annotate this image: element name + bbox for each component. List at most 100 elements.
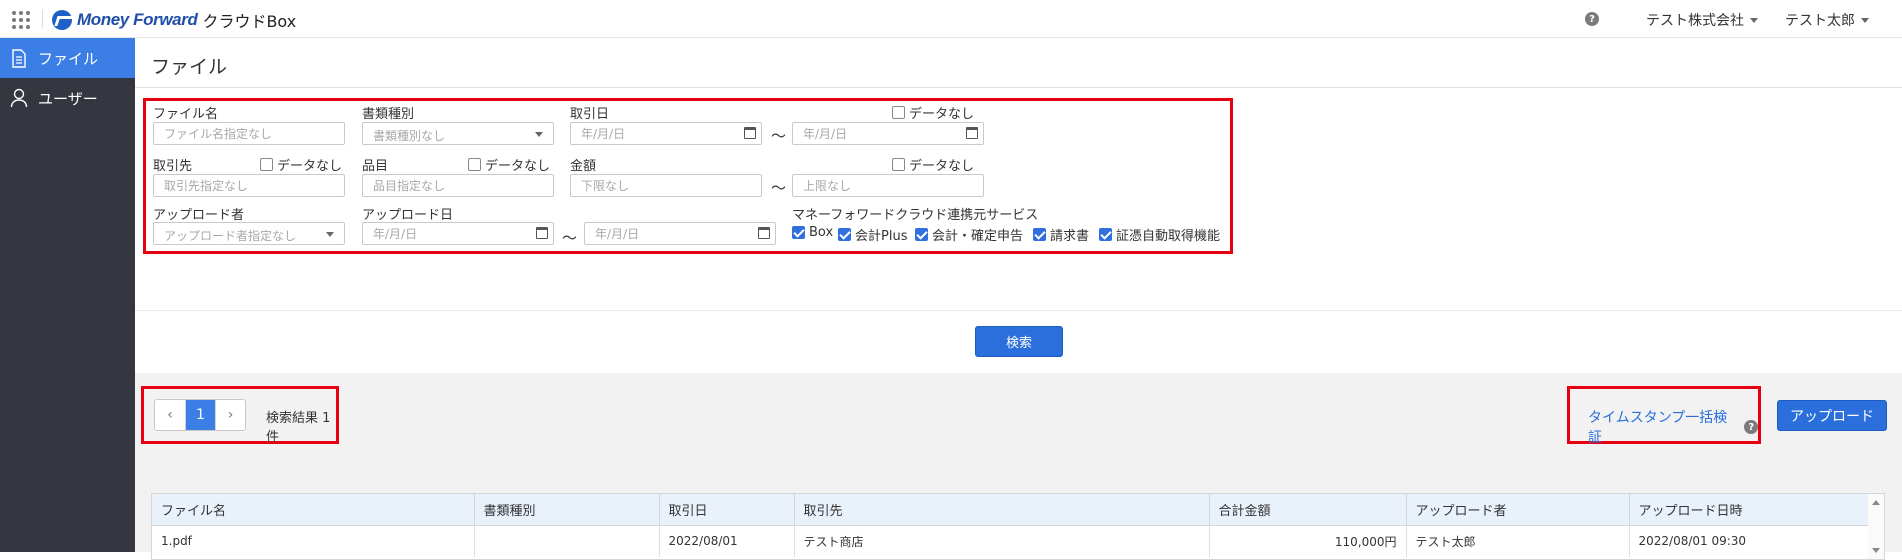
upload-date-label: アップロード日	[362, 208, 454, 223]
doc-type-select[interactable]: 書類種別なし	[362, 122, 554, 145]
checkbox-label: データなし	[909, 159, 975, 174]
document-icon	[10, 48, 28, 68]
prev-page-button[interactable]: ‹	[155, 400, 185, 430]
checkbox-label: 請求書	[1050, 229, 1090, 244]
user-name: テスト太郎	[1785, 13, 1855, 29]
apps-grid-icon[interactable]	[12, 11, 30, 29]
checkbox-label: 会計・確定申告	[932, 229, 1024, 244]
doc-type-label: 書類種別	[362, 107, 415, 122]
checkbox-label: 会計Plus	[855, 229, 908, 244]
chevron-down-icon	[1750, 17, 1758, 23]
table-row[interactable]: 1.pdf 2022/08/01 テスト商店 110,000円 テスト太郎 20…	[152, 525, 1870, 557]
cell-file-name[interactable]: 1.pdf	[152, 525, 475, 557]
column-header[interactable]: アップロード者	[1406, 494, 1630, 526]
scroll-up-icon[interactable]	[1872, 500, 1880, 505]
range-separator: ～	[771, 127, 787, 145]
trade-date-from-input[interactable]	[570, 122, 762, 145]
sidebar: ファイル ユーザー	[0, 38, 135, 552]
search-button[interactable]: 検索	[975, 326, 1063, 357]
checkbox-icon[interactable]	[468, 158, 481, 171]
cell-uploader: テスト太郎	[1406, 525, 1630, 557]
next-page-button[interactable]: ›	[215, 400, 245, 430]
sidebar-item-users[interactable]: ユーザー	[0, 78, 135, 118]
page-1-button[interactable]: 1	[185, 400, 215, 430]
calendar-icon[interactable]	[966, 127, 978, 139]
checkbox-checked-icon[interactable]	[915, 228, 928, 241]
help-icon[interactable]: ?	[1744, 420, 1758, 434]
uploader-value: アップロード者指定なし	[164, 229, 297, 243]
money-forward-logo-icon	[52, 10, 72, 30]
scroll-down-icon[interactable]	[1872, 548, 1880, 553]
item-label: 品目	[362, 159, 389, 174]
results-area: ‹ 1 › 検索結果 1件 タイムスタンプ一括検証 ? アップロード ファイル名…	[135, 373, 1902, 560]
service-checkbox-box[interactable]: Box	[792, 225, 833, 240]
sidebar-item-label: ファイル	[38, 49, 99, 68]
table-scrollbar[interactable]	[1868, 494, 1884, 559]
checkbox-icon[interactable]	[260, 158, 273, 171]
search-divider	[135, 310, 1902, 311]
upload-button[interactable]: アップロード	[1777, 400, 1887, 431]
column-header[interactable]: 取引日	[659, 494, 795, 526]
service-checkbox-kaikei-kakutei[interactable]: 会計・確定申告	[915, 225, 1023, 244]
calendar-icon[interactable]	[758, 227, 770, 239]
item-input[interactable]	[362, 174, 554, 197]
service-checkbox-auto-fetch[interactable]: 証憑自動取得機能	[1099, 225, 1220, 244]
amount-min-input[interactable]	[570, 174, 762, 197]
amount-label: 金額	[570, 159, 597, 174]
amount-no-data-checkbox[interactable]: データなし	[892, 155, 974, 174]
logo[interactable]: Money Forward クラウドBox	[52, 8, 296, 32]
column-header[interactable]: アップロード日時	[1629, 494, 1870, 526]
partner-label: 取引先	[153, 159, 193, 174]
trade-date-to-input[interactable]	[792, 122, 984, 145]
checkbox-icon[interactable]	[892, 158, 905, 171]
file-name-input[interactable]	[153, 122, 345, 145]
chevron-down-icon	[1861, 17, 1869, 23]
result-count: 検索結果 1件	[266, 411, 331, 445]
upload-date-to-input[interactable]	[584, 222, 776, 245]
checkbox-icon[interactable]	[892, 106, 905, 119]
search-filters: ファイル名 書類種別 書類種別なし 取引日 ～ データなし 取引先 データなし …	[143, 98, 1233, 254]
sidebar-item-files[interactable]: ファイル	[0, 38, 135, 78]
main-content: ファイル ファイル名 書類種別 書類種別なし 取引日 ～ データなし 取引先 デ…	[135, 38, 1902, 560]
item-no-data-checkbox[interactable]: データなし	[468, 155, 550, 174]
calendar-icon[interactable]	[536, 227, 548, 239]
user-icon	[10, 88, 28, 108]
title-divider	[135, 87, 1902, 88]
trade-date-to[interactable]	[792, 122, 984, 145]
service-checkbox-kaikei-plus[interactable]: 会計Plus	[838, 225, 907, 244]
column-header[interactable]: ファイル名	[152, 494, 475, 526]
help-icon[interactable]: ?	[1585, 12, 1599, 26]
user-menu[interactable]: テスト太郎	[1785, 10, 1869, 30]
timestamp-highlight: タイムスタンプ一括検証 ?	[1567, 386, 1761, 447]
pagination: ‹ 1 ›	[154, 399, 246, 431]
cell-upload-datetime: 2022/08/01 09:30	[1629, 525, 1870, 557]
checkbox-checked-icon[interactable]	[792, 226, 805, 239]
cell-doc-type	[474, 525, 660, 557]
column-header[interactable]: 取引先	[794, 494, 1210, 526]
trade-date-from[interactable]	[570, 122, 762, 145]
partner-input[interactable]	[153, 174, 345, 197]
trade-date-no-data-checkbox[interactable]: データなし	[892, 103, 974, 122]
checkbox-checked-icon[interactable]	[838, 228, 851, 241]
upload-date-to[interactable]	[584, 222, 776, 245]
file-name-label: ファイル名	[153, 107, 219, 122]
top-bar: Money Forward クラウドBox ? テスト株式会社 テスト太郎	[0, 0, 1902, 38]
upload-date-from[interactable]	[362, 222, 554, 245]
checkbox-checked-icon[interactable]	[1033, 228, 1046, 241]
page-title: ファイル	[151, 56, 228, 78]
column-header[interactable]: 書類種別	[474, 494, 660, 526]
checkbox-label: 証憑自動取得機能	[1116, 229, 1221, 244]
checkbox-label: データなし	[909, 107, 975, 122]
checkbox-label: Box	[809, 225, 834, 240]
service-checkbox-invoice[interactable]: 請求書	[1033, 225, 1089, 244]
column-header[interactable]: 合計金額	[1209, 494, 1407, 526]
checkbox-checked-icon[interactable]	[1099, 228, 1112, 241]
partner-no-data-checkbox[interactable]: データなし	[260, 155, 342, 174]
upload-date-from-input[interactable]	[362, 222, 554, 245]
timestamp-verify-link[interactable]: タイムスタンプ一括検証 ?	[1588, 407, 1758, 447]
calendar-icon[interactable]	[744, 127, 756, 139]
company-menu[interactable]: テスト株式会社	[1646, 10, 1758, 30]
uploader-select[interactable]: アップロード者指定なし	[153, 222, 345, 245]
sidebar-item-label: ユーザー	[38, 89, 98, 108]
amount-max-input[interactable]	[792, 174, 984, 197]
